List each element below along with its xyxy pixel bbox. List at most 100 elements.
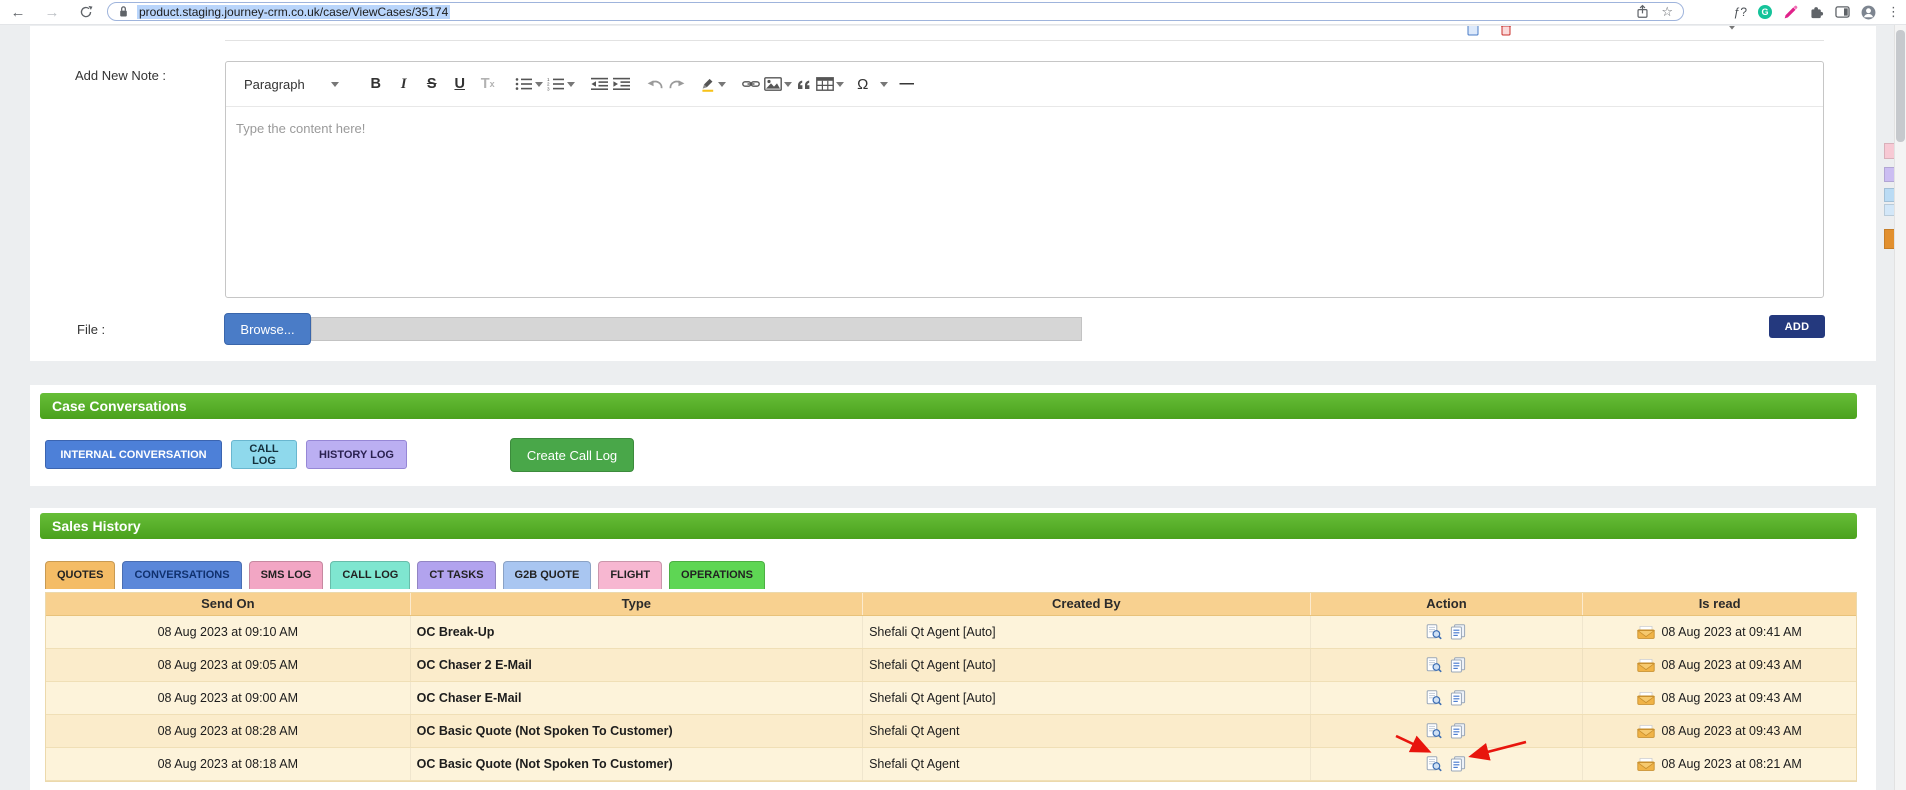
table-row: 08 Aug 2023 at 08:28 AM OC Basic Quote (… xyxy=(46,715,1856,748)
clipped-icon-1[interactable] xyxy=(1467,26,1480,37)
horizontal-line-icon[interactable]: — xyxy=(892,70,922,98)
undo-icon[interactable] xyxy=(647,78,664,90)
paragraph-dropdown[interactable]: Paragraph xyxy=(236,69,347,99)
reload-icon[interactable] xyxy=(74,0,98,24)
tab-flight[interactable]: FLIGHT xyxy=(598,561,663,589)
add-note-section: Add New Note : Paragraph B I S U Tx Ω — … xyxy=(30,26,1876,361)
editor-body[interactable]: Type the content here! xyxy=(226,107,1823,150)
call-log-button[interactable]: CALL LOG xyxy=(231,440,297,469)
grammarly-extension-icon[interactable]: G xyxy=(1758,5,1772,19)
cell-send-on: 08 Aug 2023 at 09:05 AM xyxy=(46,649,411,681)
table-header-row: Send On Type Created By Action Is read xyxy=(46,593,1856,616)
cell-created-by: Shefali Qt Agent xyxy=(863,715,1311,747)
preview-quote-icon[interactable] xyxy=(1425,689,1443,707)
case-conversations-section: Case Conversations INTERNAL CONVERSATION… xyxy=(30,385,1876,486)
tab-ct-tasks[interactable]: CT TASKS xyxy=(417,561,496,589)
special-character-icon[interactable]: Ω xyxy=(848,70,888,98)
tab-sms-log[interactable]: SMS LOG xyxy=(248,561,324,589)
clipped-icon-3[interactable] xyxy=(1727,26,1740,37)
copy-quote-icon[interactable] xyxy=(1449,623,1467,641)
create-call-log-button[interactable]: Create Call Log xyxy=(510,438,634,472)
remove-format-x: x xyxy=(489,79,495,89)
envelope-icon xyxy=(1637,659,1655,672)
bold-icon[interactable]: B xyxy=(363,70,389,98)
underline-icon[interactable]: U xyxy=(447,70,473,98)
highlight-icon[interactable] xyxy=(701,76,726,92)
font-extension-icon[interactable]: ƒ? xyxy=(1734,5,1747,19)
clipped-divider xyxy=(225,40,1824,41)
clipped-icon-2[interactable] xyxy=(1500,26,1513,37)
italic-icon[interactable]: I xyxy=(391,70,417,98)
table-row: 08 Aug 2023 at 09:05 AM OC Chaser 2 E-Ma… xyxy=(46,649,1856,682)
back-icon[interactable]: ← xyxy=(6,0,30,24)
cell-created-by: Shefali Qt Agent xyxy=(863,748,1311,780)
block-quote-icon[interactable] xyxy=(796,77,812,91)
col-header-send-on: Send On xyxy=(46,593,411,615)
cell-created-by: Shefali Qt Agent [Auto] xyxy=(863,616,1311,648)
cell-type: OC Chaser 2 E-Mail xyxy=(411,649,864,681)
editor-placeholder: Type the content here! xyxy=(236,121,366,136)
bulleted-list-icon[interactable] xyxy=(515,77,543,91)
internal-conversation-button[interactable]: INTERNAL CONVERSATION xyxy=(45,440,222,469)
file-label: File : xyxy=(77,322,106,337)
forward-icon[interactable]: → xyxy=(40,0,64,24)
sales-history-header: Sales History xyxy=(40,513,1857,539)
copy-quote-icon[interactable] xyxy=(1449,755,1467,773)
side-panel-icon[interactable] xyxy=(1835,5,1850,19)
address-bar[interactable]: product.staging.journey-crm.co.uk/case/V… xyxy=(107,2,1684,21)
browser-toolbar: ← → product.staging.journey-crm.co.uk/ca… xyxy=(0,0,1906,25)
screen: ← → product.staging.journey-crm.co.uk/ca… xyxy=(0,0,1906,790)
scrollbar-thumb[interactable] xyxy=(1896,30,1905,142)
browse-button[interactable]: Browse... xyxy=(224,313,311,345)
copy-quote-icon[interactable] xyxy=(1449,722,1467,740)
redo-icon[interactable] xyxy=(668,78,685,90)
tab-operations[interactable]: OPERATIONS xyxy=(669,561,765,589)
case-conversations-header: Case Conversations xyxy=(40,393,1857,419)
browser-menu-icon[interactable]: ⋮ xyxy=(1887,4,1900,20)
preview-quote-icon[interactable] xyxy=(1425,656,1443,674)
bookmark-star-icon[interactable]: ☆ xyxy=(1661,4,1673,20)
is-read-time: 08 Aug 2023 at 08:21 AM xyxy=(1661,757,1802,771)
preview-quote-icon[interactable] xyxy=(1425,722,1443,740)
cell-send-on: 08 Aug 2023 at 09:10 AM xyxy=(46,616,411,648)
is-read-time: 08 Aug 2023 at 09:43 AM xyxy=(1661,724,1802,738)
col-header-action: Action xyxy=(1311,593,1584,615)
rich-text-editor: Paragraph B I S U Tx Ω — Type the conten… xyxy=(225,61,1824,298)
copy-quote-icon[interactable] xyxy=(1449,656,1467,674)
url-text[interactable]: product.staging.journey-crm.co.uk/case/V… xyxy=(137,4,451,19)
tab-g2b-quote[interactable]: G2B QUOTE xyxy=(502,561,592,589)
increase-indent-icon[interactable] xyxy=(613,77,631,91)
table-row: 08 Aug 2023 at 09:10 AM OC Break-Up Shef… xyxy=(46,616,1856,649)
cell-send-on: 08 Aug 2023 at 08:18 AM xyxy=(46,748,411,780)
insert-image-icon[interactable] xyxy=(764,77,792,91)
tab-conversations[interactable]: CONVERSATIONS xyxy=(122,561,242,589)
numbered-list-icon[interactable] xyxy=(547,77,575,91)
col-header-is-read: Is read xyxy=(1698,596,1741,611)
is-read-time: 08 Aug 2023 at 09:43 AM xyxy=(1661,691,1802,705)
add-button[interactable]: ADD xyxy=(1769,315,1825,338)
file-input-field[interactable] xyxy=(311,317,1082,341)
tab-quotes[interactable]: QUOTES xyxy=(45,561,116,589)
table-row: 08 Aug 2023 at 09:00 AM OC Chaser E-Mail… xyxy=(46,682,1856,715)
preview-quote-icon[interactable] xyxy=(1425,623,1443,641)
tab-call-log[interactable]: CALL LOG xyxy=(330,561,411,589)
strikethrough-icon[interactable]: S xyxy=(419,70,445,98)
extensions-puzzle-icon[interactable] xyxy=(1809,5,1824,20)
decrease-indent-icon[interactable] xyxy=(591,77,609,91)
preview-quote-icon[interactable] xyxy=(1425,755,1443,773)
history-log-button[interactable]: HISTORY LOG xyxy=(306,440,407,469)
pen-extension-icon[interactable] xyxy=(1783,5,1798,20)
remove-format-icon[interactable]: Tx xyxy=(475,70,501,98)
insert-table-icon[interactable] xyxy=(816,77,844,91)
copy-quote-icon[interactable] xyxy=(1449,689,1467,707)
sales-history-section: Sales History QUOTES CONVERSATIONS SMS L… xyxy=(30,508,1876,790)
cell-type: OC Basic Quote (Not Spoken To Customer) xyxy=(411,748,864,780)
profile-avatar[interactable] xyxy=(1861,5,1876,20)
share-icon[interactable] xyxy=(1636,4,1649,19)
envelope-icon xyxy=(1637,692,1655,705)
browser-extensions-area: ƒ? G ⋮ xyxy=(1734,0,1900,24)
lock-icon xyxy=(118,5,129,18)
quotes-table: Send On Type Created By Action Is read 0… xyxy=(45,592,1857,782)
link-icon[interactable] xyxy=(742,79,760,89)
is-read-time: 08 Aug 2023 at 09:43 AM xyxy=(1661,658,1802,672)
